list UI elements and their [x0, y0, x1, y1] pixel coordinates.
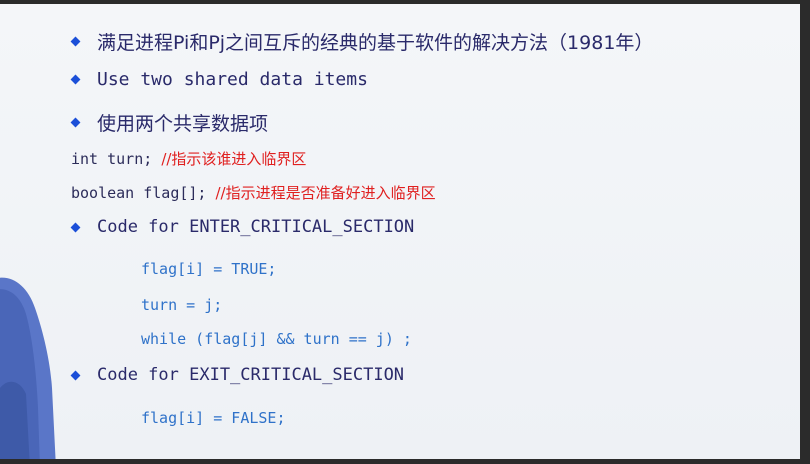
declaration-comment: //指示该谁进入临界区 [161, 150, 307, 168]
bullet-item: 满足进程Pi和Pj之间互斥的经典的基于软件的解决方法（1981年） [70, 28, 653, 55]
diamond-bullet-icon [70, 36, 81, 47]
bullet-item: Use two shared data items [70, 69, 368, 90]
code-line: turn = j; [141, 296, 223, 314]
declaration-code: boolean flag[]; [71, 184, 216, 202]
presenter-figure [0, 277, 56, 460]
slide: 满足进程Pi和Pj之间互斥的经典的基于软件的解决方法（1981年） Use tw… [0, 0, 803, 460]
frame-top [0, 0, 810, 4]
bullet-text: 满足进程Pi和Pj之间互斥的经典的基于软件的解决方法（1981年） [97, 32, 654, 54]
diamond-bullet-icon [70, 74, 81, 85]
bullet-item: 使用两个共享数据项 [70, 109, 268, 136]
code-line: while (flag[j] && turn == j) ; [141, 330, 412, 348]
frame-right [800, 0, 810, 464]
declaration-line: boolean flag[]; //指示进程是否准备好进入临界区 [71, 182, 436, 203]
bullet-item: Code for EXIT_CRITICAL_SECTION [70, 365, 404, 385]
declaration-code: int turn; [71, 150, 162, 168]
bullet-text: Code for EXIT_CRITICAL_SECTION [97, 365, 405, 385]
code-line: flag[i] = TRUE; [141, 260, 277, 278]
code-line: flag[i] = FALSE; [141, 409, 286, 427]
frame-bottom [0, 459, 810, 464]
diamond-bullet-icon [70, 222, 81, 232]
declaration-line: int turn; //指示该谁进入临界区 [71, 148, 306, 169]
declaration-comment: //指示进程是否准备好进入临界区 [215, 184, 436, 202]
diamond-bullet-icon [70, 117, 81, 128]
bullet-text: Use two shared data items [97, 69, 368, 90]
bullet-text: Code for ENTER_CRITICAL_SECTION [97, 217, 415, 237]
bullet-item: Code for ENTER_CRITICAL_SECTION [70, 217, 414, 237]
bullet-text: 使用两个共享数据项 [97, 113, 269, 135]
